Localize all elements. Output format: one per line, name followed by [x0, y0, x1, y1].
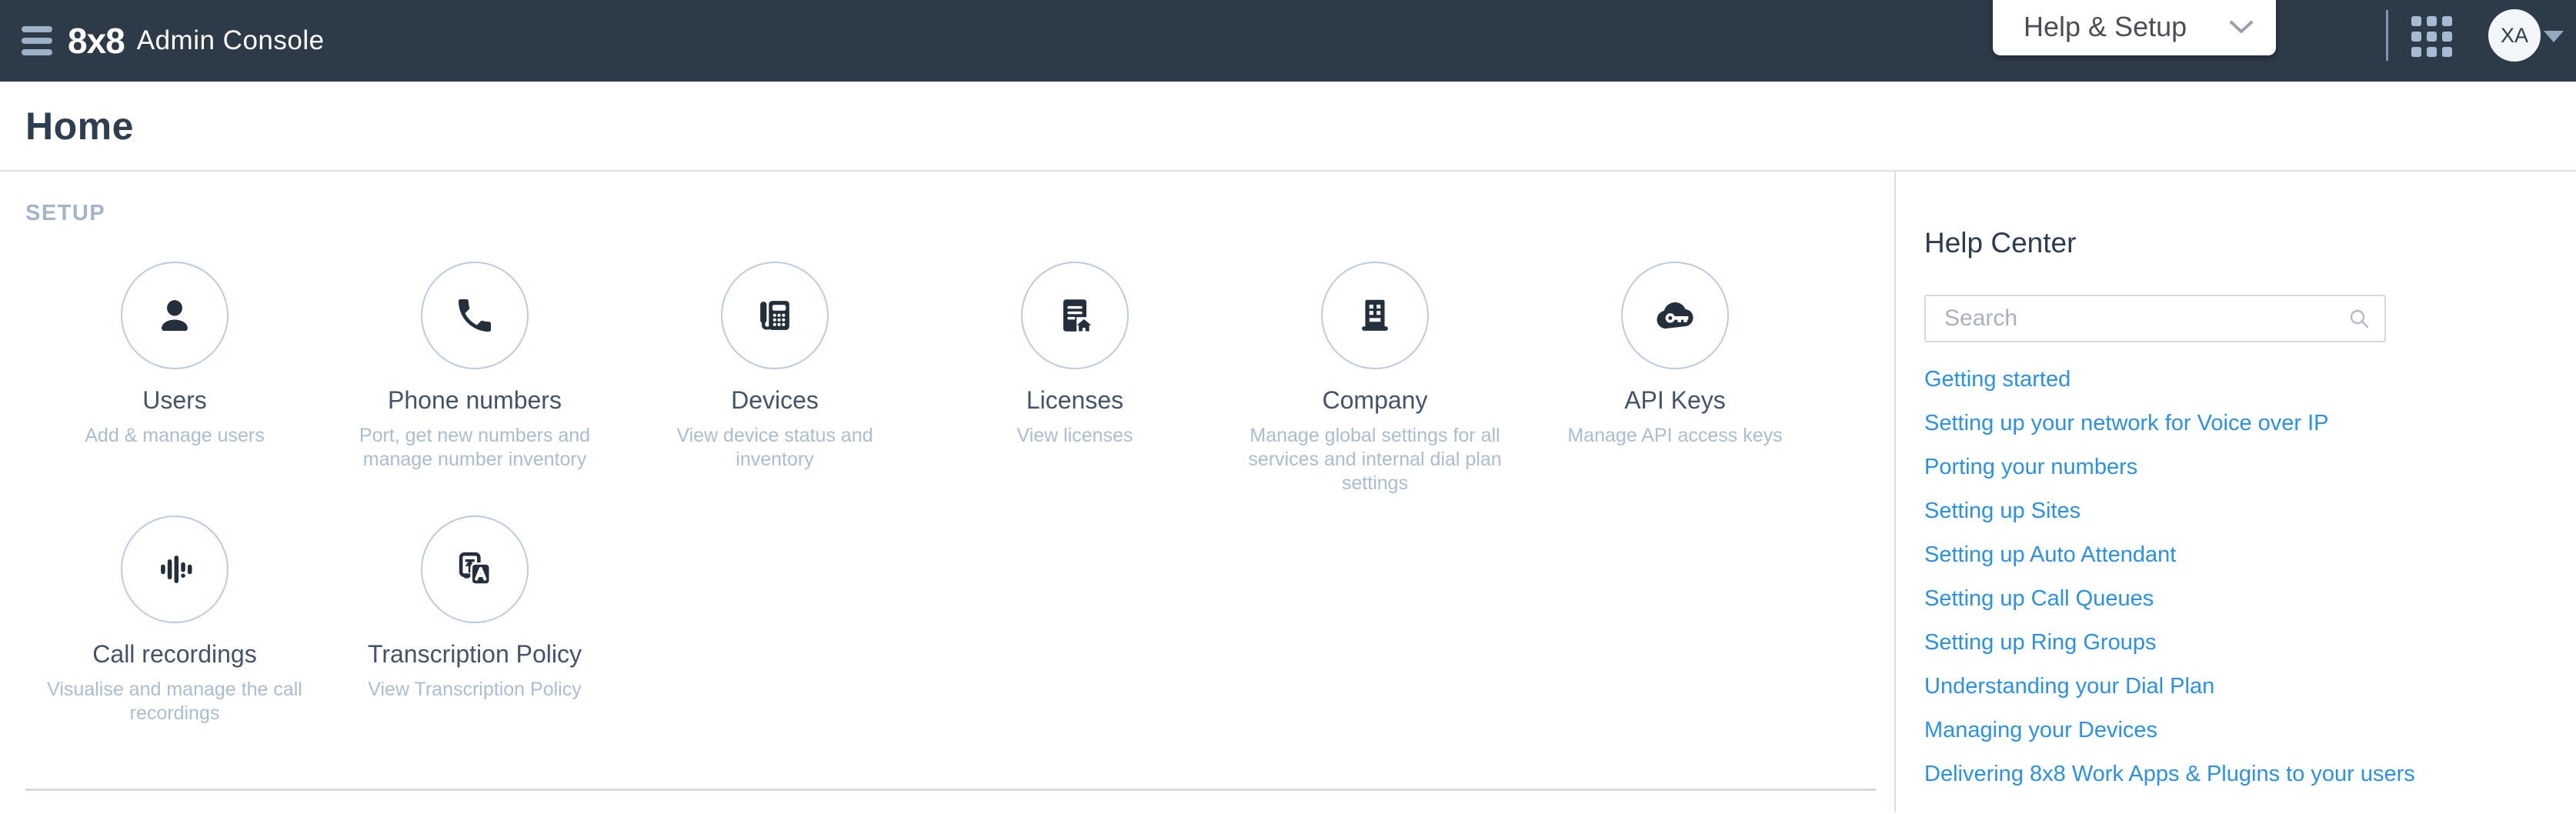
tile-label: Licenses [1026, 386, 1124, 414]
topbar: 8x8 Admin Console Help & Setup XA [0, 0, 2576, 82]
help-setup-label: Help & Setup [2024, 11, 2187, 42]
help-search-input[interactable] [1944, 305, 2347, 332]
help-link[interactable]: Delivering 8x8 Work Apps & Plugins to yo… [1924, 752, 2576, 796]
tile-api-keys[interactable]: API Keys Manage API access keys [1525, 245, 1825, 499]
tile-circle [1021, 262, 1129, 369]
phone-icon [459, 299, 491, 332]
app-grid-icon[interactable] [2411, 16, 2452, 57]
avatar-caret-icon[interactable] [2544, 31, 2564, 42]
user-icon [162, 300, 188, 332]
license-icon [1063, 299, 1092, 332]
setup-section-label: SETUP [25, 201, 106, 225]
tile-label: Users [142, 386, 207, 414]
cloud-key-icon [1657, 302, 1693, 329]
app-title: Admin Console [136, 25, 325, 55]
avatar-initials: XA [2500, 23, 2529, 47]
help-link[interactable]: Setting up Sites [1924, 489, 2576, 533]
translate-icon [459, 552, 492, 585]
section-divider [25, 789, 1876, 791]
page-title: Home [25, 104, 134, 148]
help-link[interactable]: Setting up Ring Groups [1924, 621, 2576, 665]
help-link[interactable]: Understanding your Dial Plan [1924, 665, 2576, 709]
content: SETUP Users Add & manage users Phone num… [0, 172, 2576, 812]
tile-label: API Keys [1624, 386, 1726, 414]
help-link[interactable]: Setting up Auto Attendant [1924, 533, 2576, 577]
hamburger-menu-icon[interactable] [22, 26, 52, 55]
main-panel: SETUP Users Add & manage users Phone num… [0, 172, 1896, 812]
tile-circle [121, 515, 229, 623]
tile-description: Add & manage users [85, 425, 265, 446]
tile-label: Company [1322, 386, 1428, 414]
tile-circle [121, 262, 229, 369]
topbar-divider [2386, 10, 2388, 61]
help-links: Getting started Setting up your network … [1924, 358, 2576, 796]
tile-label: Call recordings [92, 640, 257, 668]
tile-circle [1621, 262, 1729, 369]
help-link[interactable]: Setting up your network for Voice over I… [1924, 402, 2576, 445]
help-setup-dropdown[interactable]: Help & Setup [1993, 0, 2276, 55]
help-link[interactable]: Getting started [1924, 358, 2576, 402]
page-header: Home [0, 82, 2576, 172]
tile-description: View licenses [1016, 425, 1133, 446]
tile-description: Manage API access keys [1567, 425, 1783, 446]
building-icon [1362, 299, 1388, 331]
help-search-box [1924, 295, 2386, 342]
tile-label: Devices [731, 386, 819, 414]
tile-call-recordings[interactable]: Call recordings Visualise and manage the… [25, 499, 325, 752]
tile-description: View Transcription Policy [368, 679, 582, 700]
tile-phone-numbers[interactable]: Phone numbers Port, get new numbers and … [325, 245, 625, 499]
help-center-panel: Help Center Getting started Setting up y… [1896, 172, 2576, 812]
tile-description: Visualise and manage the call recordings [47, 679, 302, 724]
help-link[interactable]: Porting your numbers [1924, 445, 2576, 489]
help-center-title: Help Center [1924, 227, 2077, 259]
tile-circle [421, 515, 529, 623]
tile-label: Transcription Policy [367, 640, 582, 668]
tile-circle [721, 262, 829, 369]
tile-description: Manage global settings for all services … [1248, 425, 1502, 494]
chevron-down-icon [2230, 21, 2253, 33]
tile-description: Port, get new numbers and manage number … [359, 425, 591, 470]
waveform-icon [161, 555, 192, 583]
tile-devices[interactable]: Devices View device status and inventory [625, 245, 925, 499]
brand-logo: 8x8 [68, 21, 125, 61]
tile-description: View device status and inventory [676, 425, 873, 470]
tile-circle [421, 262, 529, 369]
tile-label: Phone numbers [388, 386, 562, 414]
search-icon [2350, 309, 2369, 329]
help-link[interactable]: Setting up Call Queues [1924, 577, 2576, 621]
tile-circle [1321, 262, 1429, 369]
setup-tiles: Users Add & manage users Phone numbers P… [25, 245, 1894, 752]
tile-licenses[interactable]: Licenses View licenses [925, 245, 1225, 499]
help-link[interactable]: Managing your Devices [1924, 709, 2576, 752]
tile-transcription-policy[interactable]: Transcription Policy View Transcription … [325, 499, 625, 752]
tile-users[interactable]: Users Add & manage users [25, 245, 325, 499]
desk-phone-icon [760, 301, 789, 330]
avatar[interactable]: XA [2488, 9, 2541, 62]
tile-company[interactable]: Company Manage global settings for all s… [1225, 245, 1525, 499]
